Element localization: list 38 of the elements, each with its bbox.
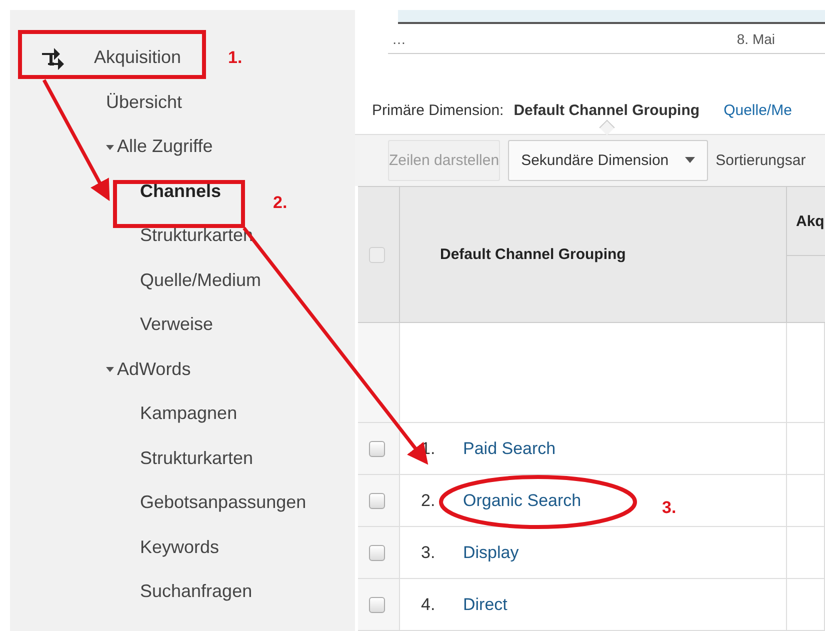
nav-item[interactable]: Gebotsanpassungen bbox=[10, 480, 312, 525]
row-checkbox[interactable] bbox=[369, 596, 385, 612]
nav-item[interactable]: Übersicht bbox=[10, 80, 188, 124]
nav-item[interactable]: Strukturkarten bbox=[10, 436, 260, 480]
channel-link[interactable]: Paid Search bbox=[463, 438, 556, 458]
row-number: 4. bbox=[421, 594, 436, 614]
nav-item[interactable]: Quelle/Medium bbox=[10, 258, 268, 302]
step-label: 1. bbox=[228, 48, 242, 68]
channel-link[interactable]: Display bbox=[463, 542, 519, 562]
step-label: 2. bbox=[273, 193, 288, 213]
row-number: 3. bbox=[421, 542, 436, 562]
nav-item[interactable]: Kampagnen bbox=[10, 392, 244, 436]
dimension-label: Primäre Dimension: bbox=[372, 102, 504, 119]
caret-icon[interactable] bbox=[106, 142, 114, 151]
nav-item[interactable]: Suchanfragen bbox=[10, 570, 258, 614]
dimension-option[interactable]: Quelle/Me bbox=[724, 102, 792, 119]
row-checkbox[interactable] bbox=[369, 440, 385, 456]
nav-item[interactable]: Channels bbox=[10, 169, 228, 214]
nav-item[interactable]: Keywords bbox=[10, 525, 226, 570]
column-header[interactable]: Akq bbox=[787, 187, 825, 256]
row-checkbox[interactable] bbox=[369, 492, 385, 508]
axis-label: 8. Mai bbox=[736, 30, 775, 47]
axis-label: … bbox=[392, 30, 406, 47]
nav-item[interactable]: Verweise bbox=[10, 302, 220, 347]
channel-link[interactable]: Direct bbox=[463, 594, 508, 614]
caret-icon[interactable] bbox=[106, 365, 114, 374]
channel-link[interactable]: Organic Search bbox=[463, 490, 582, 510]
select-all-checkbox[interactable] bbox=[369, 246, 385, 262]
secondary-dimension-dropdown[interactable]: Sekundäre Dimension bbox=[508, 140, 708, 181]
caret-icon bbox=[684, 157, 695, 164]
step-label: 3. bbox=[662, 498, 676, 518]
row-checkbox[interactable] bbox=[369, 544, 385, 560]
nav-item[interactable]: AdWords bbox=[10, 347, 197, 392]
sort-label: Sortierungsar bbox=[716, 152, 806, 169]
nav-item[interactable]: Akquisition bbox=[10, 34, 188, 80]
nav-item[interactable]: Alle Zugriffe bbox=[10, 124, 219, 169]
column-header[interactable]: Default Channel Grouping bbox=[440, 246, 626, 263]
row-number: 2. bbox=[421, 490, 436, 510]
